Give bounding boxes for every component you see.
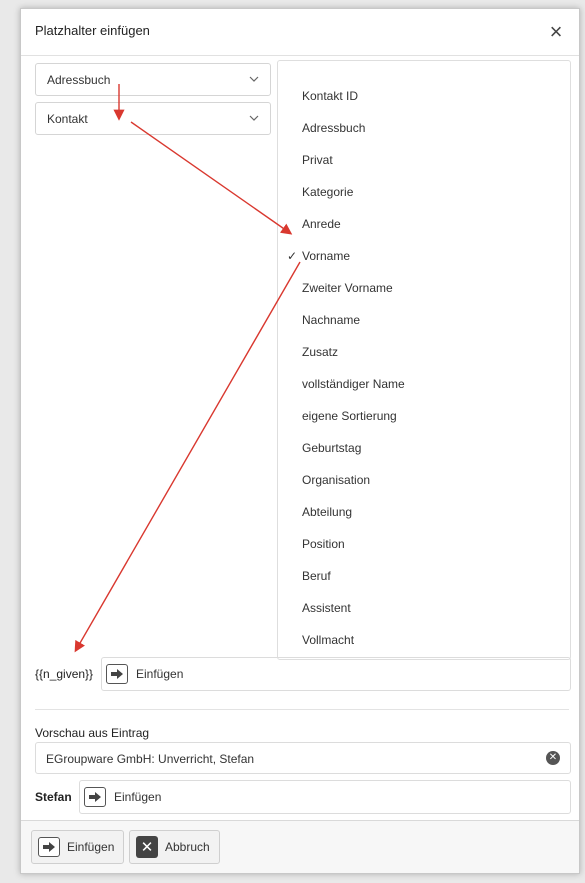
placeholder-value: {{n_given}}	[35, 667, 94, 681]
entry-type-select[interactable]: Kontakt	[35, 102, 271, 135]
field-list[interactable]: Kontakt ID Adressbuch Privat Kategorie Anred…	[277, 60, 571, 660]
preview-result-value: Stefan	[35, 790, 72, 804]
field-list-item[interactable]: eigene Sortierung	[302, 409, 397, 423]
application-select[interactable]: Adressbuch	[35, 63, 271, 96]
field-list-item[interactable]: Kontakt ID	[302, 89, 358, 103]
close-button[interactable]: ×	[533, 9, 579, 55]
preview-label: Vorschau aus Eintrag	[35, 726, 150, 740]
preview-insert-label: Einfügen	[114, 790, 162, 804]
separator	[35, 709, 569, 710]
clear-circle-icon[interactable]: ✕	[546, 751, 560, 765]
dialog-footer: Einfügen ✕ Abbruch	[21, 820, 579, 873]
dialog-titlebar: Platzhalter einfügen ×	[21, 9, 579, 56]
preview-entry-field[interactable]: EGroupware GmbH: Unverricht, Stefan ✕	[35, 742, 571, 774]
placeholder-insert-button[interactable]: Einfügen	[106, 662, 183, 686]
insert-button-label: Einfügen	[67, 840, 115, 854]
insert-button[interactable]: Einfügen	[31, 830, 125, 864]
field-list-item[interactable]: Organisation	[302, 473, 370, 487]
field-list-item[interactable]: Position	[302, 537, 345, 551]
dialog-title: Platzhalter einfügen	[35, 23, 150, 38]
field-list-item[interactable]: Zusatz	[302, 345, 338, 359]
field-list-item[interactable]: Zweiter Vorname	[302, 281, 393, 295]
preview-result-row: Stefan Einfügen	[35, 780, 571, 814]
x-box-icon: ✕	[136, 836, 158, 858]
field-list-item[interactable]: Beruf	[302, 569, 331, 583]
chevron-down-icon	[249, 76, 259, 82]
cancel-button-label: Abbruch	[165, 840, 210, 854]
placeholder-insert-box: Einfügen	[101, 657, 571, 691]
field-list-item[interactable]: Vorname	[302, 249, 350, 263]
field-list-item[interactable]: Geburtstag	[302, 441, 361, 455]
cancel-button[interactable]: ✕ Abbruch	[129, 830, 220, 864]
entry-type-select-value: Kontakt	[47, 112, 88, 126]
field-list-item[interactable]: Anrede	[302, 217, 341, 231]
field-list-item[interactable]: Abteilung	[302, 505, 352, 519]
field-list-item[interactable]: Kategorie	[302, 185, 353, 199]
arrow-right-box-icon	[38, 837, 60, 857]
application-select-value: Adressbuch	[47, 73, 111, 87]
arrow-right-box-icon	[84, 787, 106, 807]
preview-insert-box: Einfügen	[79, 780, 571, 814]
preview-insert-button[interactable]: Einfügen	[84, 785, 161, 809]
field-list-item[interactable]: Assistent	[302, 601, 351, 615]
field-list-item[interactable]: Adressbuch	[302, 121, 365, 135]
arrow-right-box-icon	[106, 664, 128, 684]
preview-entry-value: EGroupware GmbH: Unverricht, Stefan	[46, 752, 255, 766]
placeholder-insert-label: Einfügen	[136, 667, 184, 681]
field-list-item[interactable]: Privat	[302, 153, 333, 167]
insert-placeholder-dialog: Platzhalter einfügen × Adressbuch Kontak…	[20, 8, 580, 874]
field-list-item[interactable]: vollständiger Name	[302, 377, 405, 391]
checkmark-icon: ✓	[287, 249, 298, 263]
field-list-item[interactable]: Vollmacht	[302, 633, 354, 647]
field-list-item[interactable]: Nachname	[302, 313, 360, 327]
close-icon: ×	[549, 19, 563, 44]
placeholder-row: {{n_given}} Einfügen	[35, 657, 571, 691]
chevron-down-icon	[249, 115, 259, 121]
